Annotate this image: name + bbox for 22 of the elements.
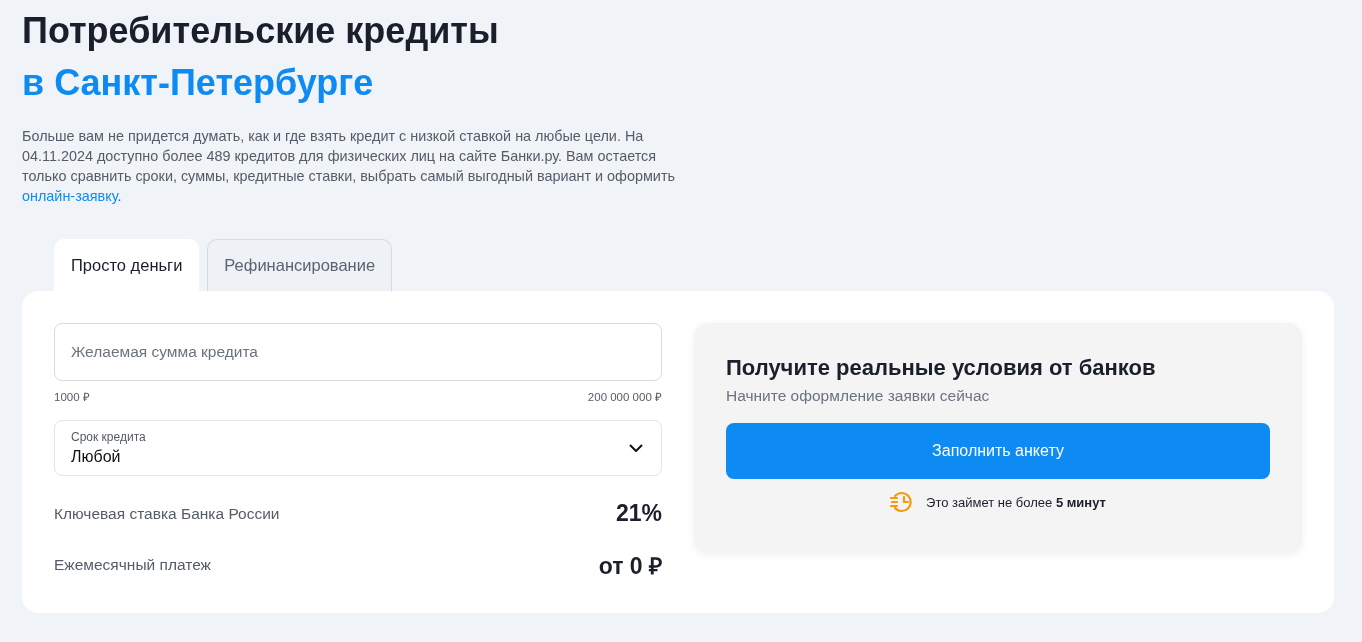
fill-form-button[interactable]: Заполнить анкету <box>726 423 1270 479</box>
page-title-city: в Санкт-Петербурге <box>22 61 374 105</box>
term-select[interactable]: Срок кредита Любой <box>54 420 662 476</box>
offer-subtitle: Начните оформление заявки сейчас <box>726 387 990 405</box>
description: Больше вам не придется думать, как и где взять кредит с низкой ставкой на любые цели. На 04.11.2024 доступно более 489 кредитов для физических лиц на сайте Банки.ру. Вам остается только сравнить сроки, суммы, кредитные ставки, выбрать самый выгодный вариант и оформить онлайн-заявку. <box>22 127 676 206</box>
tab[interactable]: Просто деньги <box>54 239 200 291</box>
application-link[interactable]: онлайн-заявку <box>22 188 118 204</box>
stat-value: от 0 ₽ <box>598 552 662 581</box>
max-amount: 200 000 000 ₽ <box>587 390 662 404</box>
chevron-down-icon <box>629 443 643 453</box>
page-title: Потребительские кредиты <box>22 9 499 53</box>
term-label: Срок кредита <box>71 430 146 444</box>
offer-title: Получите реальные условия от банков <box>726 355 1156 381</box>
stat-label: Ежемесячный платеж <box>54 556 211 574</box>
min-amount: 1000 ₽ <box>54 390 90 404</box>
amount-field[interactable]: Желаемая сумма кредита <box>54 323 662 381</box>
term-value: Любой <box>71 448 122 466</box>
time-note: Это займет не более 5 минут <box>926 494 1106 510</box>
tab[interactable]: Рефинансирование <box>207 239 393 291</box>
stat-label: Ключевая ставка Банка России <box>54 504 280 523</box>
stat-value: 21% <box>615 500 662 527</box>
clock-icon <box>890 491 915 513</box>
